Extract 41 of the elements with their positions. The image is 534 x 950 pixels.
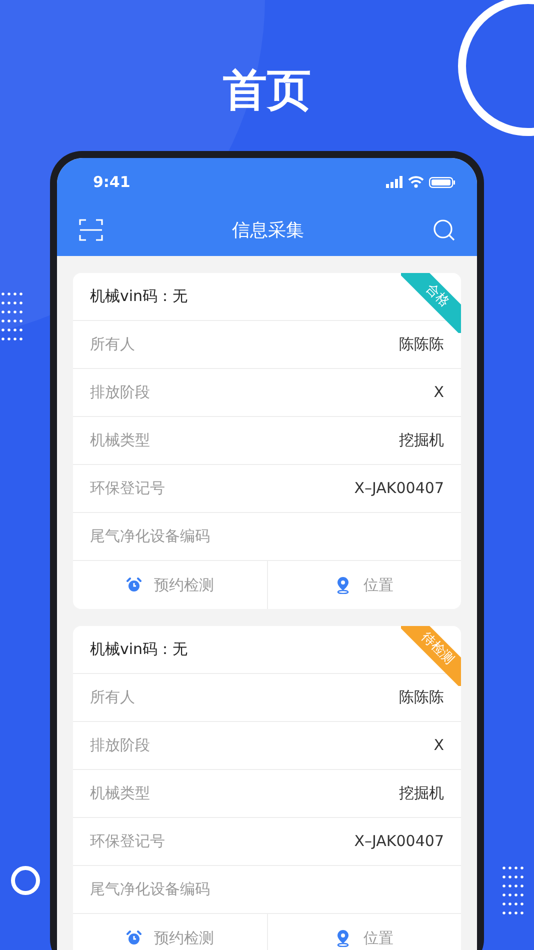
- action-button[interactable]: 位置: [266, 561, 461, 609]
- field-label: 机械类型: [90, 430, 150, 452]
- field-value: 陈陈陈: [399, 687, 444, 708]
- wifi-icon: [408, 176, 424, 188]
- status-ribbon: 合格: [401, 273, 461, 333]
- field-value: X: [434, 382, 444, 404]
- action-button[interactable]: 预约检测: [73, 561, 266, 609]
- status-time: 9:41: [93, 172, 130, 193]
- field-value: X: [434, 735, 444, 756]
- page-heading: 首页: [223, 64, 311, 118]
- field-value: X–JAK00407: [354, 478, 444, 500]
- field-label: 尾气净化设备编码: [90, 526, 210, 548]
- alarm-clock-icon: [126, 577, 142, 593]
- nav-title: 信息采集: [232, 218, 304, 242]
- action-button[interactable]: 位置: [266, 914, 461, 950]
- scan-icon[interactable]: [79, 218, 103, 242]
- location-pin-icon: [335, 929, 352, 947]
- field-value: X–JAK00407: [354, 831, 444, 852]
- field-value: 陈陈陈: [399, 334, 444, 356]
- field-label: 所有人: [90, 334, 135, 356]
- field-label: 排放阶段: [90, 382, 150, 404]
- field-value: 挖掘机: [399, 430, 444, 452]
- search-icon[interactable]: [433, 219, 455, 241]
- field-label: 机械类型: [90, 783, 150, 804]
- dot-grid-decoration: [502, 866, 524, 916]
- battery-icon: [429, 176, 455, 188]
- status-ribbon: 待检测: [401, 626, 461, 686]
- signal-icon: [386, 176, 403, 188]
- field-label: 环保登记号: [90, 831, 165, 852]
- field-label: 排放阶段: [90, 735, 150, 756]
- dot-grid-decoration: [1, 292, 23, 342]
- field-label: 环保登记号: [90, 478, 165, 500]
- action-button[interactable]: 预约检测: [73, 914, 266, 950]
- field-value: 挖掘机: [399, 783, 444, 804]
- location-pin-icon: [335, 576, 352, 594]
- field-label: 所有人: [90, 687, 135, 708]
- vin-code: 机械vin码：无: [90, 286, 188, 308]
- vin-code: 机械vin码：无: [90, 639, 188, 660]
- field-label: 尾气净化设备编码: [90, 879, 210, 900]
- ring-decoration: [11, 866, 40, 895]
- alarm-clock-icon: [126, 930, 142, 946]
